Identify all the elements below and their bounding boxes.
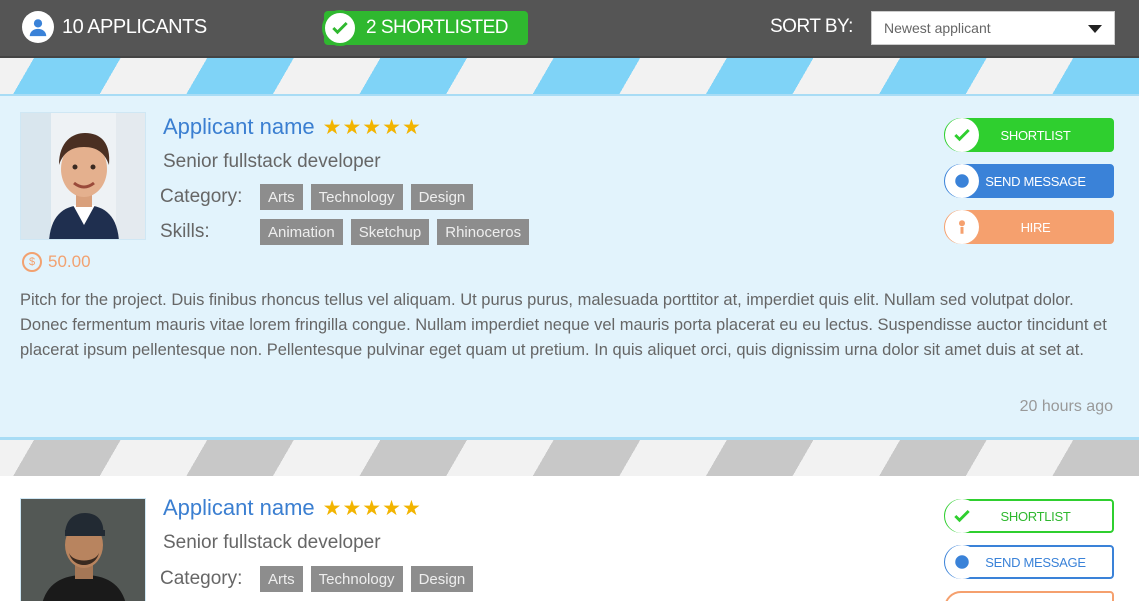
- price: $ 50.00: [22, 252, 91, 272]
- message-icon: [945, 545, 979, 579]
- stripe-divider: [0, 440, 1139, 476]
- applicants-count: 10 APPLICANTS: [22, 11, 207, 43]
- pitch-text: Pitch for the project. Duis finibus rhon…: [20, 291, 1107, 359]
- shortlist-button[interactable]: SHORTLIST: [944, 499, 1114, 533]
- shortlisted-filter[interactable]: 2 SHORTLISTED: [322, 10, 528, 46]
- category-tag[interactable]: Arts: [260, 184, 303, 210]
- hire-button[interactable]: HIRE: [944, 210, 1114, 244]
- skills-label: Skills:: [160, 221, 210, 242]
- skills-row: Skills: Animation Sketchup Rhinoceros: [160, 219, 537, 245]
- applicant-role: Senior fullstack developer: [163, 532, 381, 553]
- applicant-role: Senior fullstack developer: [163, 151, 381, 172]
- rating-stars: ★★★★★: [322, 115, 422, 139]
- applicant-card: Applicant name ★★★★★ Senior fullstack de…: [0, 94, 1139, 440]
- applicant-name-row: Applicant name ★★★★★: [163, 114, 422, 140]
- sort-label: SORT BY:: [770, 16, 853, 37]
- timestamp: 20 hours ago: [1019, 398, 1113, 415]
- shortlisted-label: 2 SHORTLISTED: [366, 17, 509, 38]
- price-value: 50.00: [48, 252, 91, 271]
- applicants-label: 10 APPLICANTS: [62, 15, 207, 38]
- applicant-name[interactable]: Applicant name: [163, 495, 315, 521]
- chevron-down-icon: [1088, 25, 1102, 33]
- hire-button[interactable]: [944, 591, 1114, 601]
- category-row: Category: Arts Technology Design: [160, 566, 481, 592]
- send-message-label: SEND MESSAGE: [985, 173, 1086, 189]
- shortlist-button[interactable]: SHORTLIST: [944, 118, 1114, 152]
- check-icon: [322, 10, 358, 46]
- applicant-card: Applicant name ★★★★★ Senior fullstack de…: [0, 476, 1139, 601]
- shortlist-label: SHORTLIST: [1000, 127, 1071, 143]
- category-row: Category: Arts Technology Design: [160, 184, 481, 210]
- category-tag[interactable]: Design: [410, 184, 474, 210]
- shortlist-label: SHORTLIST: [1000, 508, 1071, 524]
- check-icon: [945, 499, 979, 533]
- sort-value: Newest applicant: [884, 20, 991, 36]
- dollar-icon: $: [22, 252, 42, 272]
- check-icon: [945, 118, 979, 152]
- sort-select[interactable]: Newest applicant: [871, 11, 1115, 45]
- skill-tag[interactable]: Sketchup: [350, 219, 430, 245]
- stripe-divider: [0, 58, 1139, 94]
- category-tag[interactable]: Arts: [260, 566, 303, 592]
- top-bar: 10 APPLICANTS 2 SHORTLISTED SORT BY: New…: [0, 0, 1139, 58]
- category-tag[interactable]: Design: [410, 566, 474, 592]
- avatar[interactable]: [20, 498, 146, 601]
- rating-stars: ★★★★★: [322, 496, 422, 520]
- hire-icon: [945, 210, 979, 244]
- send-message-label: SEND MESSAGE: [985, 554, 1086, 570]
- hire-label: HIRE: [1020, 219, 1051, 235]
- user-icon: [22, 11, 54, 43]
- avatar[interactable]: [20, 112, 146, 240]
- send-message-button[interactable]: SEND MESSAGE: [944, 164, 1114, 198]
- category-label: Category:: [160, 186, 243, 207]
- category-tag[interactable]: Technology: [310, 184, 403, 210]
- skill-tag[interactable]: Rhinoceros: [437, 219, 530, 245]
- skill-tag[interactable]: Animation: [260, 219, 343, 245]
- message-icon: [945, 164, 979, 198]
- send-message-button[interactable]: SEND MESSAGE: [944, 545, 1114, 579]
- applicant-name[interactable]: Applicant name: [163, 114, 315, 140]
- category-label: Category:: [160, 568, 243, 589]
- applicant-name-row: Applicant name ★★★★★: [163, 495, 422, 521]
- category-tag[interactable]: Technology: [310, 566, 403, 592]
